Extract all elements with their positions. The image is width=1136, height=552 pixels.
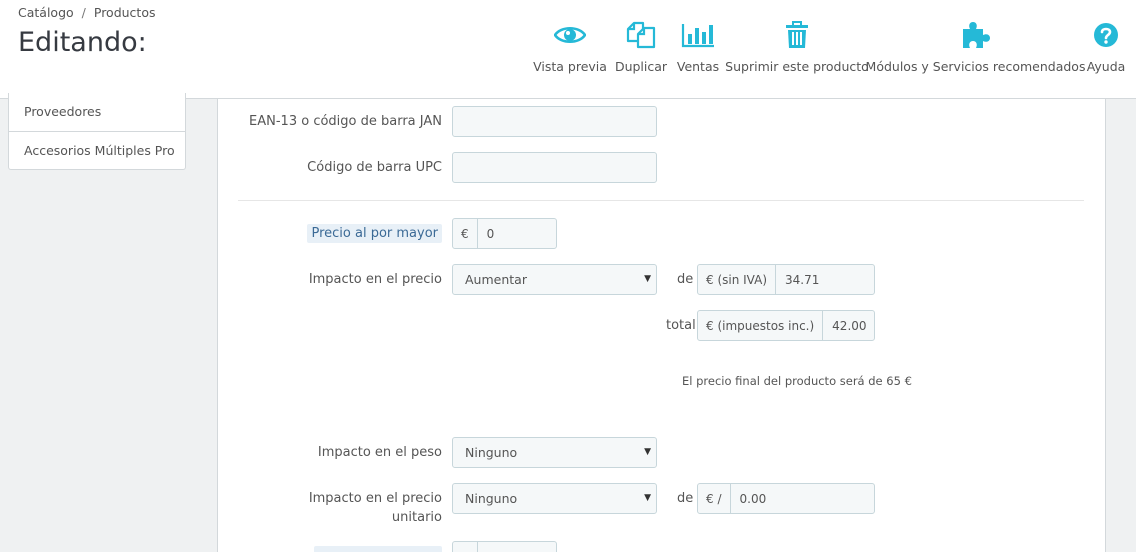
eye-icon [554, 20, 586, 50]
upc-input[interactable] [452, 152, 657, 183]
preview-button[interactable]: Vista previa [533, 20, 607, 80]
unit-price-impact-label-line2: unitario [391, 510, 442, 525]
recommended-modules-button[interactable]: Módulos y Servicios recomendados [866, 20, 1085, 80]
price-impact-select[interactable]: Aumentar ▼ [452, 264, 657, 295]
chevron-down-icon: ▼ [644, 493, 651, 503]
weight-impact-label: Impacto en el peso [317, 445, 442, 460]
product-sidebar: Proveedores Accesorios Múltiples Pro [8, 93, 186, 170]
puzzle-icon [961, 20, 991, 50]
breadcrumb-products[interactable]: Productos [94, 5, 156, 20]
unit-price-addon: € / [698, 484, 731, 513]
unit-price-impact-de: de [677, 491, 694, 506]
price-impact-total: total [666, 318, 696, 333]
ean13-input[interactable] [452, 106, 657, 137]
trash-icon [785, 20, 809, 50]
section-divider [238, 200, 1084, 201]
weight-impact-select[interactable]: Ninguno ▼ [452, 437, 657, 468]
sidebar-item-proveedores[interactable]: Proveedores [9, 93, 185, 131]
delete-product-button[interactable]: Suprimir este producto [725, 20, 869, 80]
bar-chart-icon [681, 20, 715, 50]
price-impact-selected: Aumentar [465, 272, 527, 287]
wholesale-price-group[interactable]: € 0 [452, 218, 557, 249]
wholesale-price-input[interactable]: 0 [478, 219, 556, 248]
preview-label: Vista previa [533, 59, 607, 74]
price-tax-incl-group[interactable]: € (impuestos inc.) 42.00 [697, 310, 875, 341]
upc-label: Código de barra UPC [307, 160, 442, 175]
wholesale-price-label: Precio al por mayor [307, 224, 442, 243]
price-impact-label: Impacto en el precio [308, 272, 442, 287]
page-header: Catálogo / Productos Editando: Vista previ… [0, 0, 1136, 99]
next-field-addon-cutoff [453, 542, 478, 552]
duplicate-button[interactable]: Duplicar [614, 20, 668, 80]
price-tax-excl-input[interactable]: 34.71 [776, 265, 874, 294]
price-tax-excl-group[interactable]: € (sin IVA) 34.71 [697, 264, 875, 295]
next-field-label-cutoff [314, 546, 442, 552]
tax-excl-addon: € (sin IVA) [698, 265, 777, 294]
unit-price-input[interactable]: 0.00 [731, 484, 875, 513]
help-icon [1093, 20, 1119, 50]
delete-product-label: Suprimir este producto [725, 59, 869, 74]
sales-label: Ventas [676, 59, 720, 74]
chevron-down-icon: ▼ [644, 274, 651, 284]
unit-price-impact-selected: Ninguno [465, 491, 518, 506]
duplicate-label: Duplicar [614, 59, 668, 74]
weight-impact-selected: Ninguno [465, 445, 518, 460]
breadcrumb-catalog[interactable]: Catálogo [18, 5, 74, 20]
recommended-modules-label: Módulos y Servicios recomendados [865, 59, 1086, 74]
unit-price-impact-label-line1: Impacto en el precio [308, 491, 442, 506]
ean13-label: EAN-13 o código de barra JAN [249, 114, 442, 129]
next-field-group-cutoff[interactable] [452, 541, 557, 552]
price-impact-de: de [677, 272, 694, 287]
sales-button[interactable]: Ventas [676, 20, 720, 80]
unit-price-impact-select[interactable]: Ninguno ▼ [452, 483, 657, 514]
help-button[interactable]: Ayuda [1086, 20, 1126, 80]
help-label: Ayuda [1086, 59, 1126, 74]
chevron-down-icon: ▼ [644, 447, 651, 457]
final-price-note: El precio final del producto será de 65 … [682, 374, 912, 388]
sidebar-item-accesorios[interactable]: Accesorios Múltiples Pro [9, 131, 185, 169]
currency-addon: € [453, 219, 478, 248]
unit-price-impact-label: Impacto en el precio unitario [309, 489, 442, 527]
breadcrumb: Catálogo / Productos [18, 5, 156, 20]
duplicate-icon [626, 20, 656, 50]
tax-incl-addon: € (impuestos inc.) [698, 311, 824, 340]
breadcrumb-separator: / [81, 5, 86, 20]
unit-price-group[interactable]: € / 0.00 [697, 483, 875, 514]
page-title: Editando: [18, 27, 147, 58]
price-tax-incl-input[interactable]: 42.00 [823, 311, 874, 340]
